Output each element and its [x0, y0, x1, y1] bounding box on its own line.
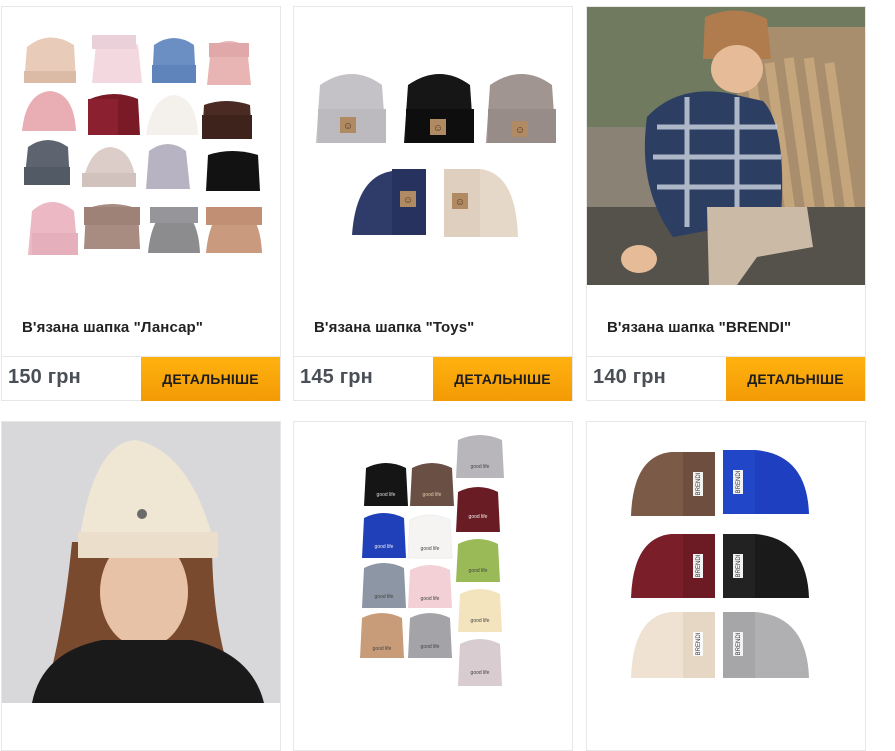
product-card[interactable]: good life good life good life good life …	[293, 421, 573, 751]
svg-text:BRENDI: BRENDI	[736, 632, 742, 655]
product-image[interactable]	[587, 7, 865, 285]
product-card[interactable]: ☺ ☺ ☺ ☺ ☺ В'язана шапка "Toys" 145 грн Д…	[293, 6, 573, 401]
hats-grid-image	[2, 7, 280, 285]
product-price: 150 грн	[8, 366, 81, 388]
svg-text:☺: ☺	[343, 121, 353, 132]
svg-text:good life: good life	[421, 596, 440, 602]
product-card[interactable]	[1, 421, 281, 751]
details-button[interactable]: ДЕТАЛЬНІШЕ	[433, 357, 572, 401]
hat-logo-icon	[137, 509, 147, 519]
product-footer: 145 грн ДЕТАЛЬНІШЕ	[294, 356, 572, 401]
product-price: 140 грн	[593, 366, 666, 388]
svg-text:good life: good life	[421, 644, 440, 650]
svg-text:☺: ☺	[455, 197, 465, 208]
toys-hats-image: ☺ ☺ ☺ ☺ ☺	[294, 7, 572, 285]
svg-text:good life: good life	[469, 514, 488, 520]
product-image[interactable]: BRENDI BRENDI BRENDI BRENDI BRENDI BREND…	[587, 422, 865, 703]
svg-text:BRENDI: BRENDI	[696, 554, 702, 577]
svg-text:good life: good life	[469, 568, 488, 574]
product-image[interactable]: ☺ ☺ ☺ ☺ ☺	[294, 7, 572, 285]
boy-in-hat-photo	[587, 7, 865, 285]
product-footer: 150 грн ДЕТАЛЬНІШЕ	[2, 356, 280, 401]
product-image[interactable]	[2, 7, 280, 285]
svg-text:☺: ☺	[403, 195, 413, 206]
product-price: 145 грн	[300, 366, 373, 388]
svg-text:good life: good life	[471, 464, 490, 470]
svg-text:good life: good life	[423, 492, 442, 498]
svg-text:☺: ☺	[515, 125, 525, 136]
details-button[interactable]: ДЕТАЛЬНІШЕ	[141, 357, 280, 401]
product-card[interactable]: В'язана шапка "BRENDI" 140 грн ДЕТАЛЬНІШ…	[586, 6, 866, 401]
brendi-hats-image: BRENDI BRENDI BRENDI BRENDI BRENDI BREND…	[587, 422, 865, 703]
svg-text:good life: good life	[421, 546, 440, 552]
product-card[interactable]: BRENDI BRENDI BRENDI BRENDI BRENDI BREND…	[586, 421, 866, 751]
details-button[interactable]: ДЕТАЛЬНІШЕ	[726, 357, 865, 401]
svg-text:BRENDI: BRENDI	[696, 632, 702, 655]
svg-text:BRENDI: BRENDI	[696, 472, 702, 495]
svg-text:good life: good life	[373, 646, 392, 652]
woman-in-hat-photo	[2, 422, 280, 703]
product-card[interactable]: В'язана шапка "Лансар" 150 грн ДЕТАЛЬНІШ…	[1, 6, 281, 401]
svg-text:good life: good life	[377, 492, 396, 498]
goodlife-hats-image: good life good life good life good life …	[294, 422, 572, 703]
svg-text:good life: good life	[375, 544, 394, 550]
svg-text:☺: ☺	[433, 123, 443, 134]
svg-text:BRENDI: BRENDI	[736, 554, 742, 577]
product-image[interactable]	[2, 422, 280, 703]
product-title[interactable]: В'язана шапка "Лансар"	[22, 319, 203, 336]
svg-text:good life: good life	[375, 594, 394, 600]
svg-text:good life: good life	[471, 618, 490, 624]
product-image[interactable]: good life good life good life good life …	[294, 422, 572, 703]
product-title[interactable]: В'язана шапка "Toys"	[314, 319, 474, 336]
product-title[interactable]: В'язана шапка "BRENDI"	[607, 319, 791, 336]
svg-text:BRENDI: BRENDI	[736, 470, 742, 493]
svg-text:good life: good life	[471, 670, 490, 676]
product-footer: 140 грн ДЕТАЛЬНІШЕ	[587, 356, 865, 401]
